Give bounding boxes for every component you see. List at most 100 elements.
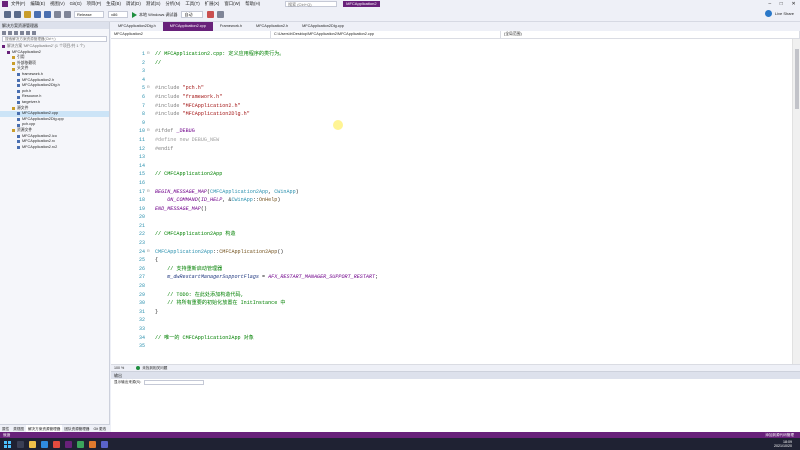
- code-line[interactable]: #include "framework.h": [155, 93, 775, 102]
- start-debug-button[interactable]: 本地 Windows 调试器: [132, 11, 177, 19]
- code-line[interactable]: // CMFCApplication2App 构造: [155, 230, 775, 239]
- code-line[interactable]: [155, 213, 775, 222]
- code-line[interactable]: // CMFCApplication2App: [155, 170, 775, 179]
- code-line[interactable]: CMFCApplication2App::CMFCApplication2App…: [155, 248, 775, 257]
- zoom-level[interactable]: 100 %: [114, 366, 124, 370]
- forward-icon[interactable]: [14, 11, 21, 18]
- collapse-icon[interactable]: [20, 30, 24, 35]
- fold-toggle-icon[interactable]: ⊟: [147, 127, 153, 136]
- redo-icon[interactable]: [64, 11, 71, 18]
- sidebar-tab[interactable]: Git 更改: [91, 425, 108, 432]
- code-line[interactable]: // 支持重新启动管理器: [155, 265, 775, 274]
- scope-dropdown[interactable]: (全局范围): [501, 31, 800, 38]
- sidebar-tab[interactable]: 属性: [0, 425, 11, 432]
- minimize-icon[interactable]: –: [768, 1, 771, 7]
- code-line[interactable]: ON_COMMAND(ID_HELP, &CWinApp::OnHelp): [155, 196, 775, 205]
- code-line[interactable]: //: [155, 59, 775, 68]
- code-line[interactable]: [155, 316, 775, 325]
- code-line[interactable]: #ifdef _DEBUG: [155, 127, 775, 136]
- home-icon[interactable]: [2, 30, 6, 35]
- code-line[interactable]: #include "MFCApplication2.h": [155, 102, 775, 111]
- menu-item[interactable]: 测试(S): [146, 1, 161, 7]
- undo-icon[interactable]: [54, 11, 61, 18]
- fold-toggle-icon[interactable]: ⊟: [147, 84, 153, 93]
- clock[interactable]: 18:09 2021/10/20: [774, 440, 800, 448]
- code-line[interactable]: // MFCApplication2.cpp: 定义应用程序的类行为。: [155, 50, 775, 59]
- code-line[interactable]: // 唯一的 CMFCApplication2App 对象: [155, 334, 775, 343]
- code-line[interactable]: [155, 179, 775, 188]
- menu-item[interactable]: 生成(B): [106, 1, 121, 7]
- code-line[interactable]: #define new DEBUG_NEW: [155, 136, 775, 145]
- code-line[interactable]: // 将所有重要的初始化放置在 InitInstance 中: [155, 299, 775, 308]
- code-editor[interactable]: 1 2 3 4 5 6 7 8 9 10 11 12 13 14 15 16 17 18 19 20 21 22 23 24 2…: [111, 39, 792, 364]
- close-icon[interactable]: ✕: [791, 1, 795, 7]
- run-mode-dropdown[interactable]: 自动: [181, 11, 204, 18]
- code-line[interactable]: [155, 119, 775, 128]
- code-line[interactable]: [155, 162, 775, 171]
- tab-document[interactable]: Framework.h: [213, 22, 249, 31]
- menu-item[interactable]: 窗口(W): [224, 1, 240, 7]
- search-input[interactable]: 搜索 (Ctrl+Q): [285, 1, 338, 7]
- menu-item[interactable]: Git(G): [70, 1, 82, 7]
- menu-item[interactable]: 编辑(E): [30, 1, 45, 7]
- wechat-icon[interactable]: [77, 440, 84, 448]
- step-icon[interactable]: [217, 11, 225, 18]
- search-icon[interactable]: [17, 440, 24, 448]
- app-icon[interactable]: [101, 440, 108, 448]
- code-line[interactable]: [155, 67, 775, 76]
- menu-item[interactable]: 帮助(H): [245, 1, 260, 7]
- menu-item[interactable]: 视图(V): [50, 1, 65, 7]
- output-source-dropdown[interactable]: [144, 380, 205, 385]
- back-icon[interactable]: [4, 11, 11, 18]
- menu-item[interactable]: 项目(P): [87, 1, 102, 7]
- code-line[interactable]: // TODO: 在此处添加构造代码,: [155, 291, 775, 300]
- code-line[interactable]: [155, 153, 775, 162]
- properties-icon[interactable]: [32, 30, 36, 35]
- maximize-icon[interactable]: □: [780, 1, 783, 7]
- sidebar-tab[interactable]: 解决方案资源管理器: [25, 425, 63, 432]
- editor-scrollbar[interactable]: [792, 39, 800, 364]
- code-line[interactable]: {: [155, 256, 775, 265]
- menu-item[interactable]: 扩展(X): [205, 1, 220, 7]
- fold-toggle-icon[interactable]: ⊟: [147, 188, 153, 197]
- code-line[interactable]: END_MESSAGE_MAP(): [155, 205, 775, 214]
- code-line[interactable]: [155, 282, 775, 291]
- tab-document[interactable]: MFCApplication2Dlg.h: [111, 22, 163, 31]
- code-area[interactable]: // MFCApplication2.cpp: 定义应用程序的类行为。 // #in…: [155, 50, 775, 360]
- windows-start-icon[interactable]: [4, 440, 11, 448]
- open-folder-icon[interactable]: [24, 11, 31, 18]
- solution-search-input[interactable]: 搜索解决方案资源管理器(Ctrl+;): [2, 36, 107, 42]
- tree-item[interactable]: MFCApplication2.rc2: [0, 145, 109, 151]
- platform-dropdown[interactable]: x86: [108, 11, 128, 18]
- tab-document[interactable]: MFCApplication2Dlg.cpp: [295, 22, 351, 31]
- refresh-icon[interactable]: [14, 30, 18, 35]
- file-explorer-icon[interactable]: [29, 440, 36, 448]
- save-icon[interactable]: [34, 11, 41, 18]
- breakpoint-icon[interactable]: [207, 11, 215, 18]
- visual-studio-taskbar-icon[interactable]: [65, 440, 72, 448]
- menu-item[interactable]: 文件(F): [11, 1, 25, 7]
- menu-item[interactable]: 调试(D): [126, 1, 141, 7]
- code-line[interactable]: #endif: [155, 145, 775, 154]
- tab-document[interactable]: MFCApplication2.h: [249, 22, 295, 31]
- edge-icon[interactable]: [41, 440, 48, 448]
- liveshare-button[interactable]: Live Share: [764, 10, 794, 17]
- fold-toggle-icon[interactable]: ⊟: [147, 50, 153, 59]
- chrome-icon[interactable]: [53, 440, 60, 448]
- code-line[interactable]: [155, 325, 775, 334]
- code-line[interactable]: [155, 222, 775, 231]
- code-line[interactable]: [155, 76, 775, 85]
- sidebar-tab[interactable]: 类视图: [11, 425, 26, 432]
- show-all-icon[interactable]: [26, 30, 30, 35]
- file-path-dropdown[interactable]: C:\Users\lr\Desktop\MFCApplication2\MFCA…: [271, 31, 501, 38]
- recorder-icon[interactable]: [89, 440, 96, 448]
- code-line[interactable]: BEGIN_MESSAGE_MAP(CMFCApplication2App, C…: [155, 188, 775, 197]
- menu-item[interactable]: 工具(T): [185, 1, 199, 7]
- code-line[interactable]: m_dwRestartManagerSupportFlags = AFX_RES…: [155, 273, 775, 282]
- code-line[interactable]: [155, 239, 775, 248]
- code-line[interactable]: }: [155, 308, 775, 317]
- sidebar-tab[interactable]: 团队资源管理器: [62, 425, 91, 432]
- project-dropdown[interactable]: MFCApplication2: [111, 31, 271, 38]
- menu-item[interactable]: 分析(N): [165, 1, 180, 7]
- fold-toggle-icon[interactable]: ⊟: [147, 248, 153, 257]
